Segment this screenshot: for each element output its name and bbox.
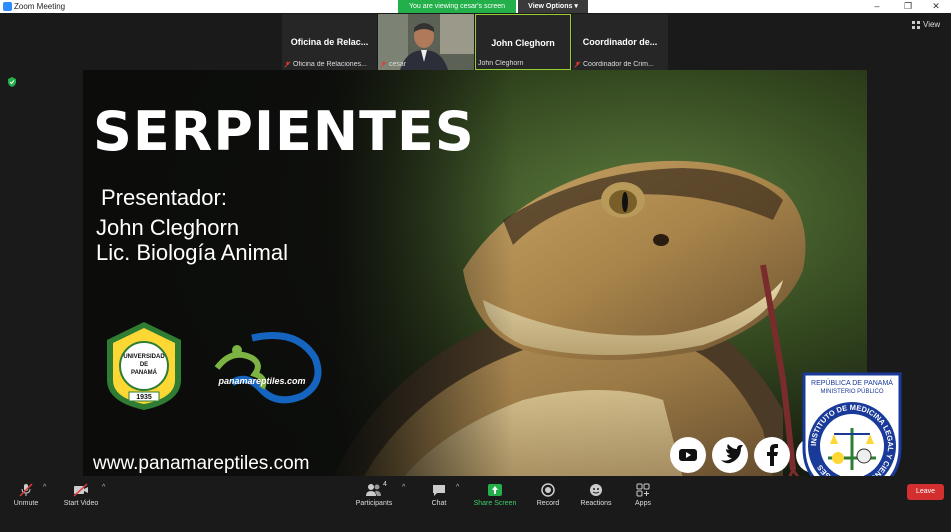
apps-button[interactable]: Apps — [632, 483, 654, 507]
view-options-button[interactable]: View Options ▾ — [518, 0, 588, 13]
presenter-name: John Cleghorn — [96, 215, 240, 240]
encryption-shield-icon[interactable] — [7, 77, 17, 87]
close-window-button[interactable]: ✕ — [921, 0, 951, 13]
university-logo-year: 1935 — [136, 394, 152, 401]
participants-options-caret[interactable]: ^ — [402, 484, 405, 491]
reactions-button[interactable]: Reactions — [578, 483, 614, 507]
share-screen-label: Share Screen — [473, 500, 517, 507]
chevron-down-icon: ▾ — [574, 3, 578, 10]
participants-label: Participants — [355, 500, 393, 507]
twitter-icon — [712, 437, 748, 473]
start-video-button[interactable]: Start Video — [62, 483, 100, 507]
video-off-icon — [73, 483, 88, 497]
slide-title: SERPIENTES — [93, 100, 475, 163]
record-icon — [541, 483, 555, 497]
participant-label: Coordinador de Crim... — [574, 61, 654, 68]
participant-label: cesar — [380, 61, 406, 68]
participant-label-text: Oficina de Relaciones... — [293, 61, 367, 68]
participant-label-text: Coordinador de Crim... — [583, 61, 654, 68]
chat-options-caret[interactable]: ^ — [456, 484, 459, 491]
restore-button[interactable]: ❐ — [893, 0, 923, 13]
audio-options-caret[interactable]: ^ — [43, 484, 46, 491]
participant-label-text: John Cleghorn — [478, 60, 524, 67]
grid-view-icon — [912, 20, 920, 29]
participant-tile-video[interactable]: cesar — [378, 14, 474, 70]
participant-label-text: cesar — [389, 61, 407, 68]
record-label: Record — [536, 500, 560, 507]
participants-count: 4 — [383, 481, 387, 488]
share-screen-icon — [488, 484, 502, 496]
window-title: Zoom Meeting — [14, 2, 66, 11]
zoom-meeting-window: Zoom Meeting – ❐ ✕ You are viewing cesar… — [0, 0, 951, 532]
participants-icon — [366, 484, 381, 496]
website-url: www.panamareptiles.com — [93, 453, 310, 474]
view-button-label: View — [923, 20, 941, 29]
reactions-label: Reactions — [580, 500, 612, 507]
mic-muted-icon — [380, 61, 387, 68]
chat-button[interactable]: Chat — [428, 483, 450, 507]
university-logo-line3: PANAMÁ — [131, 369, 158, 376]
universidad-de-panama-logo: UNIVERSIDAD DE PANAMÁ 1935 — [107, 322, 181, 410]
university-logo-line2: DE — [140, 362, 148, 368]
institute-logo-line2: MINISTERIO PÚBLICO — [820, 388, 883, 395]
mic-muted-icon — [19, 483, 33, 497]
viewing-screen-banner: You are viewing cesar's screen — [398, 0, 516, 13]
chat-label: Chat — [431, 500, 447, 507]
participant-tile[interactable]: Oficina de Relac... Oficina de Relacione… — [282, 14, 377, 70]
share-screen-button[interactable]: Share Screen — [472, 483, 518, 507]
participant-name: Coordinador de... — [582, 37, 658, 47]
start-video-label: Start Video — [63, 500, 99, 507]
video-options-caret[interactable]: ^ — [102, 484, 105, 491]
view-button[interactable]: View — [912, 20, 940, 29]
presenter-degree: Lic. Biología Animal — [96, 240, 288, 265]
mic-muted-icon — [574, 61, 581, 68]
participant-name: John Cleghorn — [491, 38, 555, 48]
participant-tile[interactable]: Coordinador de... Coordinador de Crim... — [572, 14, 668, 70]
mic-muted-icon — [284, 61, 291, 68]
institute-logo-line1: REPÚBLICA DE PANAMÁ — [811, 378, 893, 387]
participant-label: Oficina de Relaciones... — [284, 61, 367, 68]
record-button[interactable]: Record — [534, 483, 562, 507]
apps-label: Apps — [635, 500, 651, 507]
unmute-button[interactable]: Unmute — [12, 483, 40, 507]
apps-icon — [636, 483, 650, 497]
zoom-app-icon — [3, 2, 12, 11]
reactions-icon — [590, 484, 602, 496]
participant-name: Oficina de Relac... — [290, 37, 369, 47]
chat-icon — [433, 485, 445, 496]
unmute-label: Unmute — [13, 500, 39, 507]
presenter-label: Presentador: — [101, 185, 227, 210]
view-options-label: View Options — [528, 3, 573, 10]
participant-label: John Cleghorn — [478, 60, 524, 67]
meeting-controls-toolbar: Unmute ^ Start Video ^ Participants 4 ^ … — [0, 476, 951, 532]
shared-screen: SERPIENTES Presentador: John Cleghorn Li… — [83, 70, 867, 478]
youtube-icon — [670, 437, 706, 473]
participant-tile-active-speaker[interactable]: John Cleghorn John Cleghorn — [475, 14, 571, 70]
facebook-icon — [754, 437, 790, 473]
university-logo-line1: UNIVERSIDAD — [123, 354, 165, 360]
panamareptiles-logo: panamareptiles.com — [214, 332, 322, 404]
participants-button[interactable]: Participants — [353, 483, 395, 507]
minimize-button[interactable]: – — [862, 0, 892, 13]
panamareptiles-logo-text: panamareptiles.com — [217, 376, 305, 386]
leave-button[interactable]: Leave — [907, 484, 944, 500]
